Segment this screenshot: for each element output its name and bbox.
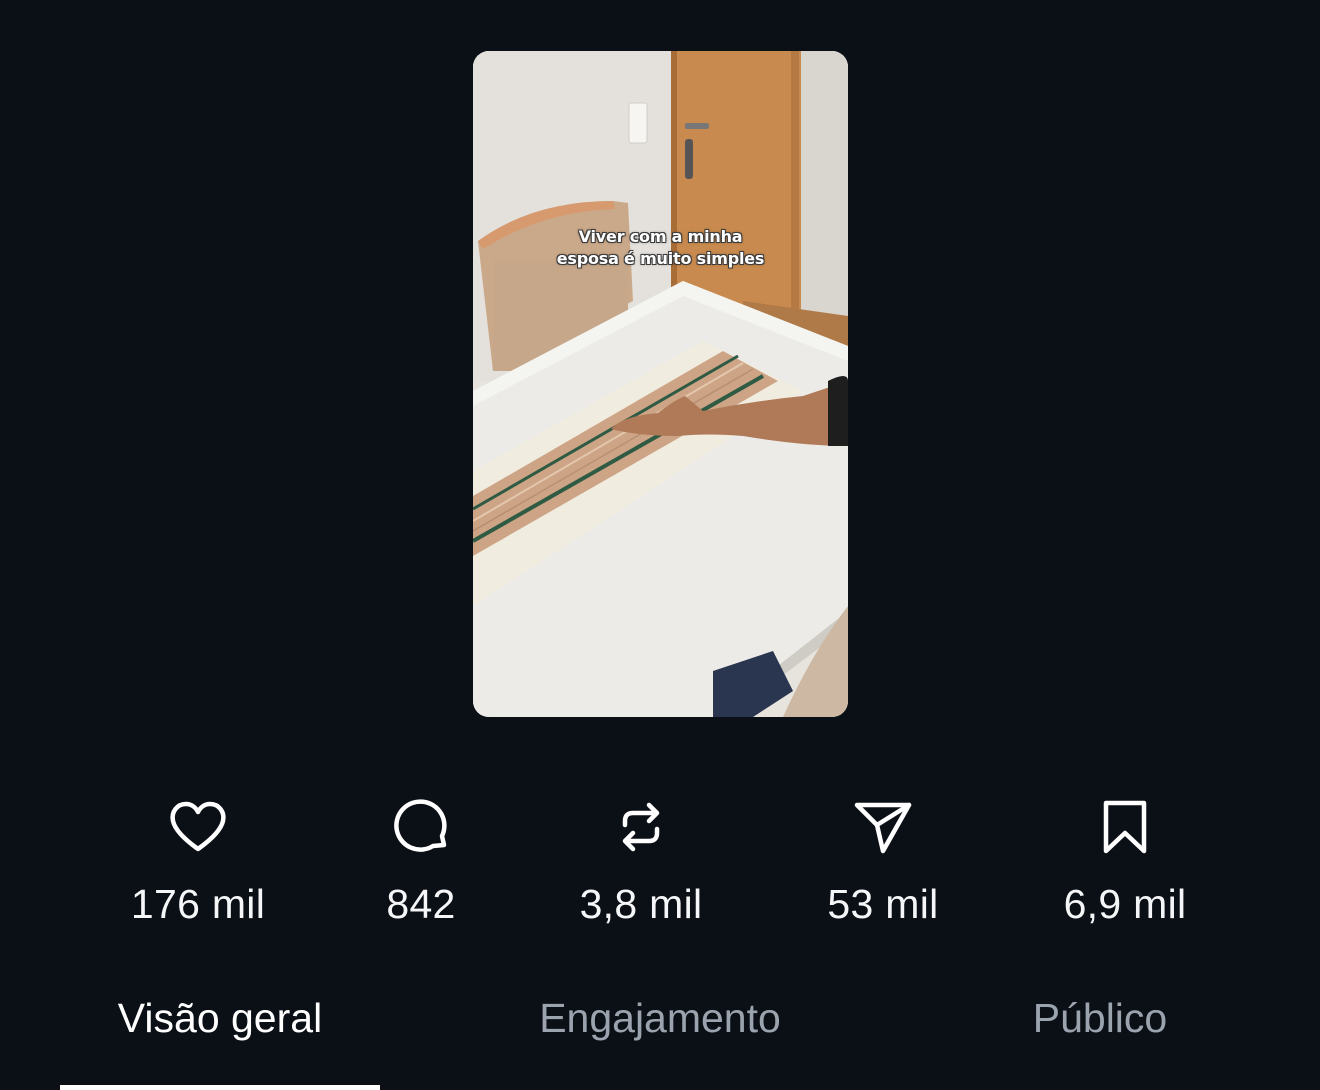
- tab-engagement[interactable]: Engajamento: [500, 995, 820, 1090]
- shares-metric[interactable]: 53 mil: [773, 795, 993, 945]
- tab-audience-label: Público: [1032, 995, 1168, 1041]
- saves-metric[interactable]: 6,9 mil: [1015, 795, 1235, 945]
- reposts-metric[interactable]: 3,8 mil: [531, 795, 751, 945]
- reposts-count: 3,8 mil: [579, 881, 703, 927]
- comments-metric[interactable]: 842: [311, 795, 531, 945]
- bookmark-icon: [1093, 795, 1157, 859]
- comments-count: 842: [386, 881, 456, 927]
- active-tab-indicator: [60, 1085, 380, 1090]
- caption-line-2: esposa é muito simples: [556, 249, 765, 268]
- comment-icon: [389, 795, 453, 859]
- shares-count: 53 mil: [827, 881, 939, 927]
- likes-metric[interactable]: 176 mil: [88, 795, 308, 945]
- send-icon: [851, 795, 915, 859]
- caption-line-1: Viver com a minha: [578, 227, 743, 246]
- repost-icon: [609, 795, 673, 859]
- tab-overview[interactable]: Visão geral: [60, 995, 380, 1090]
- likes-count: 176 mil: [130, 881, 266, 927]
- heart-icon: [166, 795, 230, 859]
- saves-count: 6,9 mil: [1063, 881, 1187, 927]
- tab-overview-label: Visão geral: [117, 995, 323, 1041]
- video-caption: Viver com a minha esposa é muito simples: [473, 226, 848, 270]
- video-frame-image: [473, 51, 848, 717]
- tab-audience[interactable]: Público: [940, 995, 1260, 1090]
- tab-engagement-label: Engajamento: [539, 995, 781, 1041]
- video-thumbnail[interactable]: Viver com a minha esposa é muito simples: [473, 51, 848, 717]
